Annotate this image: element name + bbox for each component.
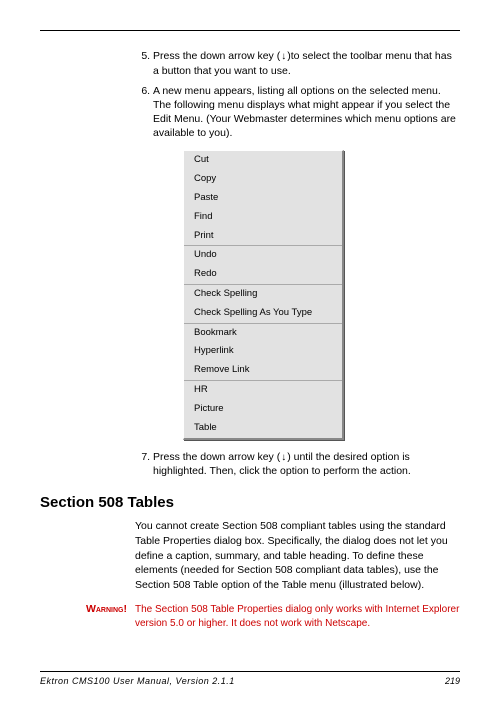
menu-item: Remove Link: [184, 361, 342, 380]
warning-text: The Section 508 Table Properties dialog …: [135, 603, 460, 631]
menu-item: Check Spelling As You Type: [184, 304, 342, 323]
step-6: A new menu appears, listing all options …: [153, 84, 460, 440]
step-5-text-a: Press the down arrow key (: [153, 50, 280, 62]
menu-item: Find: [184, 208, 342, 227]
menu-item: Redo: [184, 265, 342, 284]
menu-item: Bookmark: [184, 324, 342, 343]
menu-item: Picture: [184, 400, 342, 419]
warning-label: Warning!: [40, 603, 135, 615]
menu-item: Copy: [184, 170, 342, 189]
footer-page-number: 219: [445, 676, 460, 686]
menu-item: Cut: [184, 151, 342, 170]
menu-item: Undo: [184, 246, 342, 265]
menu-group: BookmarkHyperlinkRemove Link: [184, 324, 342, 381]
section-heading: Section 508 Tables: [40, 494, 460, 511]
menu-item: Hyperlink: [184, 342, 342, 361]
menu-group: UndoRedo: [184, 246, 342, 285]
step-7-text-a: Press the down arrow key (: [153, 451, 280, 463]
steps-list: Press the down arrow key (↓)to select th…: [135, 49, 460, 478]
menu-group: CutCopyPasteFindPrint: [184, 151, 342, 246]
section-body: You cannot create Section 508 compliant …: [135, 519, 460, 592]
menu-item: Table: [184, 419, 342, 438]
menu-group: Check SpellingCheck Spelling As You Type: [184, 285, 342, 324]
top-rule: [40, 30, 460, 31]
menu-item: Paste: [184, 189, 342, 208]
footer-title: Ektron CMS100 User Manual, Version 2.1.1: [40, 676, 235, 686]
menu-item: Check Spelling: [184, 285, 342, 304]
step-5: Press the down arrow key (↓)to select th…: [153, 49, 460, 78]
menu-item: HR: [184, 381, 342, 400]
edit-menu-screenshot: CutCopyPasteFindPrintUndoRedoCheck Spell…: [183, 150, 344, 439]
menu-group: HRPictureTable: [184, 381, 342, 437]
step-6-text: A new menu appears, listing all options …: [153, 85, 456, 140]
step-7: Press the down arrow key (↓) until the d…: [153, 450, 460, 479]
menu-item: Print: [184, 227, 342, 246]
page-footer: Ektron CMS100 User Manual, Version 2.1.1…: [40, 671, 460, 686]
warning-row: Warning! The Section 508 Table Propertie…: [40, 603, 460, 631]
